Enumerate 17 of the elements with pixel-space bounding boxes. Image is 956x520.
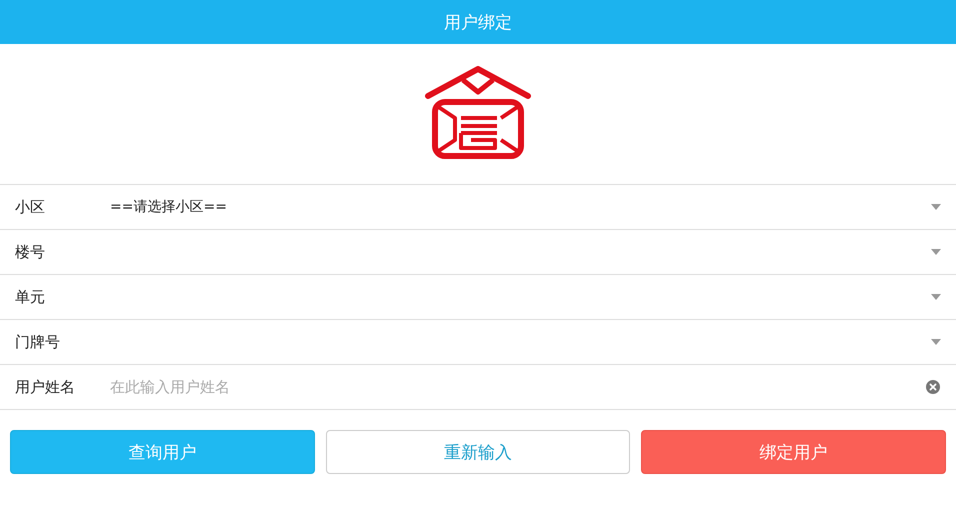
bind-button[interactable]: 绑定用户: [641, 430, 946, 474]
reset-button[interactable]: 重新输入: [326, 430, 630, 474]
caret-icon: [931, 294, 941, 300]
field-label: 门牌号: [15, 332, 61, 352]
field-label: 用户姓名: [15, 378, 76, 396]
caret-icon: [931, 249, 941, 255]
select-field[interactable]: ==请选择小区==: [110, 185, 940, 229]
field-label: 单元: [15, 288, 46, 306]
logo-icon: [425, 66, 531, 160]
name-input-field[interactable]: 在此输入用户姓名: [110, 378, 926, 396]
query-button[interactable]: 查询用户: [10, 430, 315, 474]
field-label: 楼号: [15, 242, 46, 262]
clear-icon[interactable]: [926, 380, 940, 394]
caret-icon: [931, 339, 941, 345]
caret-icon: [931, 204, 941, 210]
field-label: 小区: [15, 198, 46, 216]
page-title: 用户绑定: [444, 12, 512, 34]
